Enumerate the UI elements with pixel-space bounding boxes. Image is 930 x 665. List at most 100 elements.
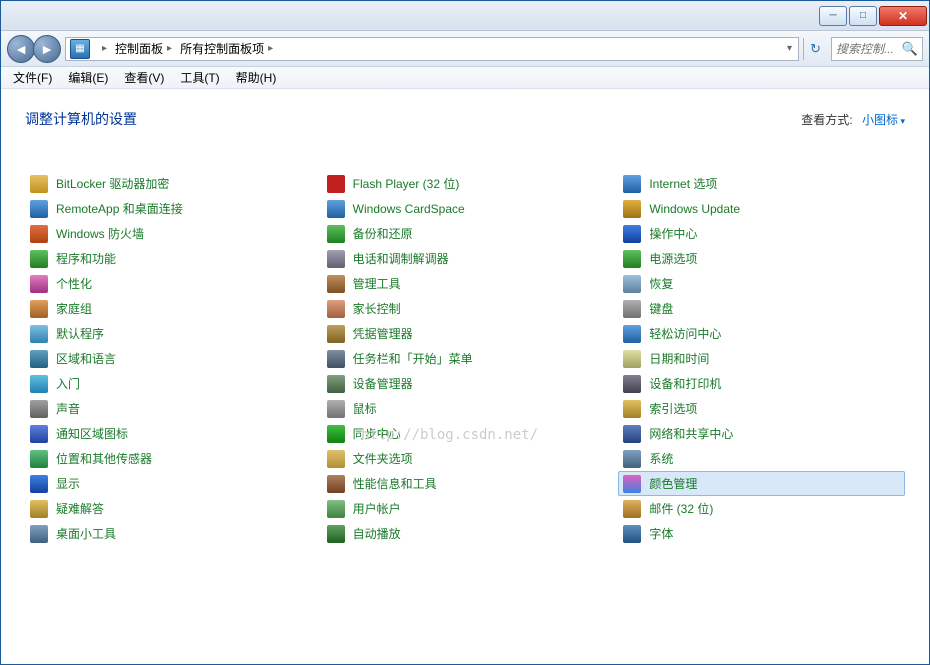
item-label: 位置和其他传感器 <box>56 450 152 467</box>
item-internet-options[interactable]: Internet 选项 <box>618 171 905 196</box>
item-label: 个性化 <box>56 275 92 292</box>
menu-file[interactable]: 文件(F) <box>5 67 60 88</box>
forward-button[interactable]: ► <box>33 35 61 63</box>
net-icon <box>623 425 641 443</box>
item-default-programs[interactable]: 默认程序 <box>25 321 312 346</box>
item-label: 电源选项 <box>649 250 697 267</box>
item-label: 区域和语言 <box>56 350 116 367</box>
item-ease-of-access[interactable]: 轻松访问中心 <box>618 321 905 346</box>
item-label: 轻松访问中心 <box>649 325 721 342</box>
item-region[interactable]: 区域和语言 <box>25 346 312 371</box>
item-color-management[interactable]: 颜色管理 <box>618 471 905 496</box>
item-label: 备份和还原 <box>353 225 413 242</box>
menu-help[interactable]: 帮助(H) <box>228 67 285 88</box>
item-taskbar[interactable]: 任务栏和「开始」菜单 <box>322 346 609 371</box>
item-display[interactable]: 显示 <box>25 471 312 496</box>
auto-icon <box>327 525 345 543</box>
menu-view[interactable]: 查看(V) <box>116 67 172 88</box>
item-parental[interactable]: 家长控制 <box>322 296 609 321</box>
search-icon[interactable]: 🔍 <box>902 41 918 57</box>
item-gadgets[interactable]: 桌面小工具 <box>25 521 312 546</box>
address-dropdown[interactable]: ▾ <box>781 43 798 54</box>
item-mouse[interactable]: 鼠标 <box>322 396 609 421</box>
item-getting-started[interactable]: 入门 <box>25 371 312 396</box>
page-title: 调整计算机的设置 <box>25 109 137 129</box>
phone-icon <box>327 250 345 268</box>
item-personalization[interactable]: 个性化 <box>25 271 312 296</box>
item-remoteapp[interactable]: RemoteApp 和桌面连接 <box>25 196 312 221</box>
close-button[interactable]: ✕ <box>879 6 927 26</box>
minimize-button[interactable]: ─ <box>819 6 847 26</box>
item-sound[interactable]: 声音 <box>25 396 312 421</box>
backup-icon <box>327 225 345 243</box>
item-keyboard[interactable]: 键盘 <box>618 296 905 321</box>
item-network-sharing[interactable]: 网络和共享中心 <box>618 421 905 446</box>
item-label: 家庭组 <box>56 300 92 317</box>
breadcrumb-control-panel[interactable]: 控制面板▸ <box>111 38 176 60</box>
item-label: 自动播放 <box>353 525 401 542</box>
item-location-sensors[interactable]: 位置和其他传感器 <box>25 446 312 471</box>
item-admin-tools[interactable]: 管理工具 <box>322 271 609 296</box>
address-bar[interactable]: ▦ ▸ 控制面板▸ 所有控制面板项▸ ▾ <box>65 37 799 61</box>
item-device-manager[interactable]: 设备管理器 <box>322 371 609 396</box>
def-icon <box>30 325 48 343</box>
item-label: 字体 <box>649 525 673 542</box>
item-folder-options[interactable]: 文件夹选项 <box>322 446 609 471</box>
breadcrumb-root[interactable]: ▸ <box>94 38 111 60</box>
item-date-time[interactable]: 日期和时间 <box>618 346 905 371</box>
action-icon <box>623 225 641 243</box>
parent-icon <box>327 300 345 318</box>
back-button[interactable]: ◄ <box>7 35 35 63</box>
maximize-button[interactable]: □ <box>849 6 877 26</box>
item-fonts[interactable]: 字体 <box>618 521 905 546</box>
item-label: 键盘 <box>649 300 673 317</box>
item-windows-update[interactable]: Windows Update <box>618 196 905 221</box>
home-icon <box>30 300 48 318</box>
item-label: 管理工具 <box>353 275 401 292</box>
item-label: 性能信息和工具 <box>353 475 437 492</box>
breadcrumb-label: 控制面板 <box>115 40 163 57</box>
item-indexing[interactable]: 索引选项 <box>618 396 905 421</box>
item-action-center[interactable]: 操作中心 <box>618 221 905 246</box>
breadcrumb-all-items[interactable]: 所有控制面板项▸ <box>176 38 277 60</box>
item-bitlocker[interactable]: BitLocker 驱动器加密 <box>25 171 312 196</box>
item-performance[interactable]: 性能信息和工具 <box>322 471 609 496</box>
item-recovery[interactable]: 恢复 <box>618 271 905 296</box>
menu-edit[interactable]: 编辑(E) <box>60 67 116 88</box>
item-label: 凭据管理器 <box>353 325 413 342</box>
item-sync-center[interactable]: 同步中心 <box>322 421 609 446</box>
item-flash[interactable]: Flash Player (32 位) <box>322 171 609 196</box>
power-icon <box>623 250 641 268</box>
item-homegroup[interactable]: 家庭组 <box>25 296 312 321</box>
menu-tools[interactable]: 工具(T) <box>172 67 227 88</box>
sys-icon <box>623 450 641 468</box>
item-label: Internet 选项 <box>649 175 717 192</box>
view-by-dropdown[interactable]: 小图标 <box>862 113 905 127</box>
item-power[interactable]: 电源选项 <box>618 246 905 271</box>
item-user-accounts[interactable]: 用户帐户 <box>322 496 609 521</box>
item-troubleshooting[interactable]: 疑难解答 <box>25 496 312 521</box>
item-system[interactable]: 系统 <box>618 446 905 471</box>
item-backup[interactable]: 备份和还原 <box>322 221 609 246</box>
item-phone-modem[interactable]: 电话和调制解调器 <box>322 246 609 271</box>
item-label: Windows Update <box>649 202 740 216</box>
item-autoplay[interactable]: 自动播放 <box>322 521 609 546</box>
item-label: 桌面小工具 <box>56 525 116 542</box>
refresh-button[interactable]: ↻ <box>803 38 827 60</box>
remote-icon <box>30 200 48 218</box>
search-input[interactable] <box>836 42 902 56</box>
index-icon <box>623 400 641 418</box>
item-devices-printers[interactable]: 设备和打印机 <box>618 371 905 396</box>
search-box[interactable]: 🔍 <box>831 37 923 61</box>
item-firewall[interactable]: Windows 防火墙 <box>25 221 312 246</box>
item-programs[interactable]: 程序和功能 <box>25 246 312 271</box>
item-label: 系统 <box>649 450 673 467</box>
item-credentials[interactable]: 凭据管理器 <box>322 321 609 346</box>
item-mail[interactable]: 邮件 (32 位) <box>618 496 905 521</box>
item-label: Windows 防火墙 <box>56 225 144 242</box>
recov-icon <box>623 275 641 293</box>
item-cardspace[interactable]: Windows CardSpace <box>322 196 609 221</box>
control-panel-icon: ▦ <box>70 39 90 59</box>
color-icon <box>623 475 641 493</box>
item-notification-icons[interactable]: 通知区域图标 <box>25 421 312 446</box>
